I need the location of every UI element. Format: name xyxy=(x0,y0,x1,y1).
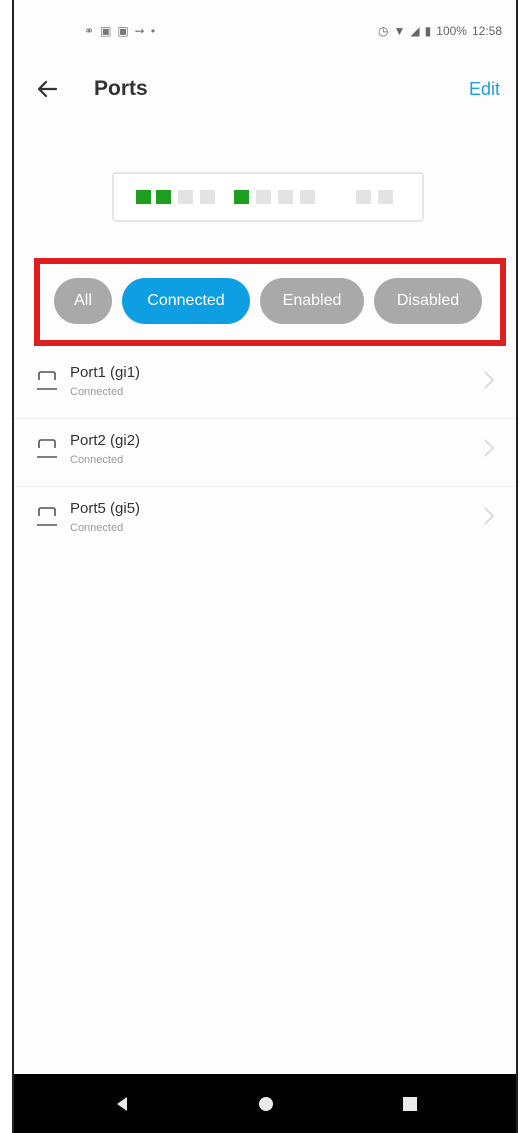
circle-home-icon xyxy=(259,1096,273,1111)
battery-level: 100% xyxy=(436,24,467,38)
port-led-1 xyxy=(136,190,151,204)
filter-chip-all[interactable]: All xyxy=(54,278,112,324)
signal-icon: ◢ xyxy=(410,24,420,38)
arrow-icon: ➙ xyxy=(134,24,145,38)
port-led-6 xyxy=(256,190,271,204)
port-led-10 xyxy=(378,190,393,204)
port-status: Connected xyxy=(70,454,124,466)
port-panel xyxy=(112,172,424,222)
edit-button[interactable]: Edit xyxy=(469,79,500,100)
filter-chip-label: All xyxy=(74,292,92,309)
phone-screen: ⚭ ▣ ▣ ➙ • ◷ ▼ ◢ ▮ 100% 12:58 Ports Edit … xyxy=(12,0,518,1133)
nav-home-button[interactable] xyxy=(236,1074,296,1133)
chevron-right-icon xyxy=(484,371,495,389)
port-list-item[interactable]: Port2 (gi2) Connected xyxy=(14,418,516,487)
triangle-back-icon xyxy=(117,1096,127,1111)
port-led-9 xyxy=(356,190,371,204)
port-led-2 xyxy=(156,190,171,204)
port-name: Port1 (gi1) xyxy=(70,364,141,381)
filter-chip-label: Enabled xyxy=(282,292,342,309)
nav-back-button[interactable] xyxy=(92,1074,152,1133)
back-arrow-icon xyxy=(37,80,58,98)
port-led-4 xyxy=(200,190,215,204)
port-led-3 xyxy=(178,190,193,204)
status-bar: ⚭ ▣ ▣ ➙ • ◷ ▼ ◢ ▮ 100% 12:58 xyxy=(14,0,516,62)
filter-chip-connected[interactable]: Connected xyxy=(122,278,250,324)
port-led-8 xyxy=(300,190,315,204)
nav-recents-button[interactable] xyxy=(380,1074,440,1133)
battery-icon: ▮ xyxy=(424,24,432,38)
ethernet-port-icon xyxy=(37,507,57,526)
dot-icon: • xyxy=(150,24,156,38)
ethernet-port-icon xyxy=(37,439,57,458)
page-title: Ports xyxy=(94,77,148,100)
chevron-right-icon xyxy=(484,439,495,457)
app-bar: Ports Edit xyxy=(14,62,516,120)
port-status: Connected xyxy=(70,522,124,534)
wifi-icon: ▼ xyxy=(393,24,406,38)
alarm-icon: ◷ xyxy=(378,24,389,38)
filter-chip-disabled[interactable]: Disabled xyxy=(374,278,482,324)
gallery-icon: ▣ xyxy=(100,24,112,38)
port-list-item[interactable]: Port5 (gi5) Connected xyxy=(14,486,516,554)
port-led-7 xyxy=(278,190,293,204)
clock: 12:58 xyxy=(471,24,502,38)
port-name: Port5 (gi5) xyxy=(70,500,141,517)
status-notifications: ⚭ ▣ ▣ ➙ • xyxy=(84,24,155,38)
port-led-5 xyxy=(234,190,249,204)
status-indicators: ◷ ▼ ◢ ▮ 100% 12:58 xyxy=(378,24,502,38)
port-list-item[interactable]: Port1 (gi1) Connected xyxy=(14,350,516,419)
notification-icon: ⚭ xyxy=(84,24,95,38)
square-recents-icon xyxy=(403,1096,417,1111)
chevron-right-icon xyxy=(484,507,495,525)
port-status: Connected xyxy=(70,386,124,398)
port-name: Port2 (gi2) xyxy=(70,432,141,449)
filter-chip-label: Connected xyxy=(147,292,225,309)
filter-chip-enabled[interactable]: Enabled xyxy=(260,278,364,324)
gallery-icon: ▣ xyxy=(117,24,129,38)
back-button[interactable] xyxy=(32,74,62,104)
ethernet-port-icon xyxy=(37,371,57,390)
system-nav-bar xyxy=(14,1074,516,1133)
filter-chip-label: Disabled xyxy=(396,292,460,309)
